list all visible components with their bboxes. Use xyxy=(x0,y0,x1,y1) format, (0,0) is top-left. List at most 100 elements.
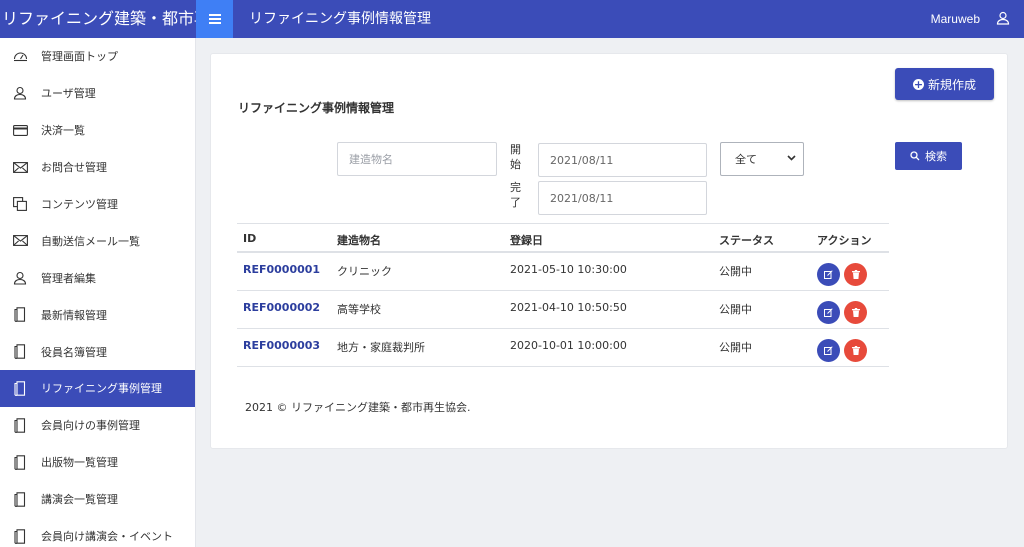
table-header: ID 建造物名 登録日 ステータス アクション xyxy=(237,223,889,253)
header-action: アクション xyxy=(817,234,872,247)
delete-button[interactable] xyxy=(844,301,867,324)
document-icon xyxy=(12,528,28,544)
edit-button[interactable] xyxy=(817,339,840,362)
sidebar-item-label: 最新情報管理 xyxy=(41,308,107,322)
case-id-link[interactable]: REF0000003 xyxy=(243,339,320,352)
status-cell: 公開中 xyxy=(719,341,752,354)
table-row: REF0000002 高等学校 2021-04-10 10:50:50 公開中 xyxy=(237,291,889,329)
sidebar-item-label: 管理者編集 xyxy=(41,271,96,285)
menu-toggle-button[interactable] xyxy=(196,0,233,38)
document-icon xyxy=(12,307,28,323)
sidebar-item-9[interactable]: リファイニング事例管理 xyxy=(0,370,195,407)
search-icon xyxy=(910,151,920,161)
sidebar-item-0[interactable]: 管理画面トップ xyxy=(0,38,195,75)
sidebar-item-12[interactable]: 講演会一覧管理 xyxy=(0,481,195,518)
registered-date-cell: 2020-10-01 10:00:00 xyxy=(510,339,627,352)
sidebar-item-label: 会員向け講演会・イベント xyxy=(41,530,173,544)
sidebar-item-label: ユーザ管理 xyxy=(41,87,96,101)
document-icon xyxy=(12,380,28,396)
delete-button[interactable] xyxy=(844,339,867,362)
status-cell: 公開中 xyxy=(719,265,752,278)
sidebar-item-label: リファイニング事例管理 xyxy=(41,382,162,396)
page-title: リファイニング事例情報管理 xyxy=(238,101,395,115)
chevron-down-icon xyxy=(787,155,796,161)
mail-icon xyxy=(12,159,28,175)
search-button[interactable]: 検索 xyxy=(895,142,962,170)
top-bar: リファイニング事例情報管理 Maruweb xyxy=(233,0,1024,38)
sidebar-item-13[interactable]: 会員向け講演会・イベント xyxy=(0,518,195,547)
table-row: REF0000001 クリニック 2021-05-10 10:30:00 公開中 xyxy=(237,253,889,291)
sidebar-item-label: 管理画面トップ xyxy=(41,50,118,64)
sidebar-item-label: 自動送信メール一覧 xyxy=(41,234,140,248)
sidebar-item-8[interactable]: 役員名簿管理 xyxy=(0,333,195,370)
trash-icon xyxy=(851,270,860,279)
header-building-name: 建造物名 xyxy=(337,234,381,247)
start-label: 開始 xyxy=(510,143,521,171)
sidebar-item-label: 決済一覧 xyxy=(41,124,85,138)
sidebar-item-label: 役員名簿管理 xyxy=(41,345,107,359)
document-icon xyxy=(12,417,28,433)
brand-title[interactable]: リファイニング建築・都市再 xyxy=(0,0,196,38)
user-icon xyxy=(12,85,28,101)
end-label: 完了 xyxy=(510,181,521,209)
registered-date-cell: 2021-05-10 10:30:00 xyxy=(510,263,627,276)
end-date-input[interactable]: 2021/08/11 xyxy=(538,181,707,215)
user-name[interactable]: Maruweb xyxy=(931,0,980,38)
new-create-button[interactable]: + 新規作成 xyxy=(895,68,994,100)
sidebar-item-7[interactable]: 最新情報管理 xyxy=(0,296,195,333)
header-id: ID xyxy=(243,232,257,245)
user-icon xyxy=(12,270,28,286)
status-select[interactable]: 全て xyxy=(720,142,804,176)
sidebar: 管理画面トップ ユーザ管理決済一覧お問合せ管理 コンテンツ管理自動送信メール一覧 管理… xyxy=(0,38,196,547)
cases-table: ID 建造物名 登録日 ステータス アクション REF0000001 クリニック 2… xyxy=(237,223,889,367)
edit-icon xyxy=(824,308,833,317)
header-status: ステータス xyxy=(719,234,774,247)
delete-button[interactable] xyxy=(844,263,867,286)
sidebar-item-label: 出版物一覧管理 xyxy=(41,456,118,470)
building-name-cell: クリニック xyxy=(337,265,392,278)
footer-copyright: 2021 © リファイニング建築・都市再生協会. xyxy=(245,401,471,414)
sidebar-item-10[interactable]: 会員向けの事例管理 xyxy=(0,407,195,444)
sidebar-item-6[interactable]: 管理者編集 xyxy=(0,259,195,296)
sidebar-item-4[interactable]: コンテンツ管理 xyxy=(0,186,195,223)
trash-icon xyxy=(851,346,860,355)
edit-button[interactable] xyxy=(817,263,840,286)
case-id-link[interactable]: REF0000002 xyxy=(243,301,320,314)
trash-icon xyxy=(851,308,860,317)
start-date-input[interactable]: 2021/08/11 xyxy=(538,143,707,177)
user-icon[interactable] xyxy=(996,11,1010,25)
sidebar-item-11[interactable]: 出版物一覧管理 xyxy=(0,444,195,481)
building-name-cell: 地方・家庭裁判所 xyxy=(337,341,425,354)
mail-icon xyxy=(12,233,28,249)
building-name-cell: 高等学校 xyxy=(337,303,381,316)
sidebar-item-3[interactable]: お問合せ管理 xyxy=(0,149,195,186)
status-select-value: 全て xyxy=(735,153,757,166)
page-header-title: リファイニング事例情報管理 xyxy=(249,11,431,27)
sidebar-item-label: コンテンツ管理 xyxy=(41,198,118,211)
new-create-label: 新規作成 xyxy=(927,77,976,92)
dashboard-icon xyxy=(12,48,28,64)
header-registered-date: 登録日 xyxy=(510,234,543,247)
status-cell: 公開中 xyxy=(719,303,752,316)
document-icon xyxy=(12,344,28,360)
sidebar-item-label: 会員向けの事例管理 xyxy=(41,419,140,433)
sidebar-item-label: お問合せ管理 xyxy=(41,161,107,175)
document-icon xyxy=(12,491,28,507)
plus-circle-icon: + xyxy=(912,77,924,91)
main-card: リファイニング事例情報管理 + 新規作成 建造物名 開始 2021/08/11 … xyxy=(210,53,1008,449)
sidebar-item-5[interactable]: 自動送信メール一覧 xyxy=(0,222,195,259)
hamburger-icon xyxy=(208,14,221,24)
sidebar-item-label: 講演会一覧管理 xyxy=(41,493,118,507)
sidebar-item-1[interactable]: ユーザ管理 xyxy=(0,75,195,112)
copy-icon xyxy=(12,196,28,212)
sidebar-item-2[interactable]: 決済一覧 xyxy=(0,112,195,149)
table-row: REF0000003 地方・家庭裁判所 2020-10-01 10:00:00 公開中 xyxy=(237,329,889,367)
edit-button[interactable] xyxy=(817,301,840,324)
case-id-link[interactable]: REF0000001 xyxy=(243,263,320,276)
search-button-label: 検索 xyxy=(925,150,947,163)
building-name-input[interactable]: 建造物名 xyxy=(337,142,497,176)
document-icon xyxy=(12,454,28,470)
edit-icon xyxy=(824,346,833,355)
edit-icon xyxy=(824,270,833,279)
credit-card-icon xyxy=(12,122,28,138)
